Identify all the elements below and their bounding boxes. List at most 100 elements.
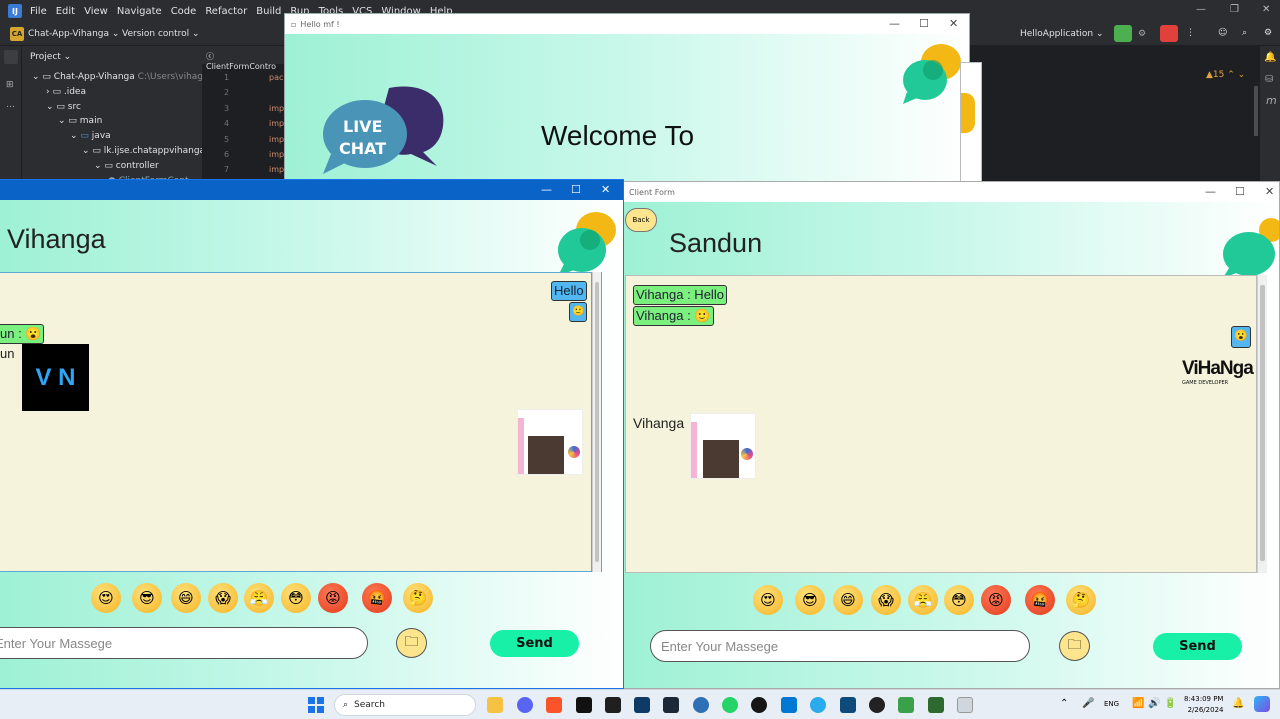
send-button[interactable]: Send	[490, 630, 579, 657]
maven-icon[interactable]: m	[1266, 94, 1277, 107]
tree-item-main[interactable]: ⌄ ▭ main	[58, 116, 102, 126]
start-icon[interactable]	[308, 697, 324, 713]
tree-item-java[interactable]: ⌄ ▭ java	[70, 131, 111, 141]
github-icon[interactable]	[751, 697, 767, 713]
shared-image-thumbnail[interactable]	[690, 413, 756, 479]
panel-title[interactable]: Project ⌄	[30, 52, 71, 62]
editor-scrollbar[interactable]	[1254, 86, 1258, 136]
editor-tab[interactable]: ⓒ ClientFormContro	[202, 46, 284, 71]
file-explorer-icon[interactable]	[487, 697, 503, 713]
whatsapp-icon[interactable]	[722, 697, 738, 713]
telegram-icon[interactable]	[810, 697, 826, 713]
intellij-taskbar-icon[interactable]	[605, 697, 621, 713]
back-button[interactable]: Back	[625, 208, 657, 232]
language-indicator[interactable]: ENG	[1104, 700, 1119, 708]
taskbar-search[interactable]: ⌕ Search	[334, 694, 476, 716]
vn-logo-image[interactable]: V N	[22, 344, 89, 411]
app-icon[interactable]	[840, 697, 856, 713]
menu-refactor[interactable]: Refactor	[205, 6, 247, 17]
project-selector[interactable]: Chat-App-Vihanga ⌄	[28, 29, 119, 39]
menu-file[interactable]: File	[30, 6, 47, 17]
send-button[interactable]: Send	[1153, 633, 1242, 660]
search-everywhere-icon[interactable]: ⌕	[1242, 28, 1247, 38]
discord-icon[interactable]	[517, 697, 533, 713]
chat-scrollbar[interactable]	[1257, 275, 1267, 573]
message-input[interactable]: Enter Your Massege	[0, 627, 368, 659]
sandun-chat-area[interactable]: Vihanga : Hello Vihanga : 🙂 😮 ViHaNga GA…	[625, 275, 1257, 573]
emoji-button[interactable]: 😄	[171, 583, 201, 613]
warning-count[interactable]: ▲15 ⌃ ⌄	[1206, 70, 1245, 80]
emoji-button[interactable]: 😤	[244, 583, 274, 613]
tree-item-package[interactable]: ⌄ ▭ lk.ijse.chatappvihanga	[82, 146, 205, 156]
brave-icon[interactable]	[546, 697, 562, 713]
copilot-icon[interactable]	[1254, 696, 1270, 712]
vscode-icon[interactable]	[781, 697, 797, 713]
message-input[interactable]: Enter Your Massege	[650, 630, 1030, 662]
mic-icon[interactable]: 🎤	[1082, 698, 1094, 709]
tree-item-controller[interactable]: ⌄ ▭ controller	[94, 161, 159, 171]
tree-item-src[interactable]: ⌄ ▭ src	[46, 102, 81, 112]
emoji-button[interactable]: 😍	[91, 583, 121, 613]
more-icon[interactable]: ⋮	[1186, 28, 1195, 38]
battery-icon[interactable]: 🔋	[1164, 698, 1176, 709]
minimize-icon[interactable]: —	[1205, 185, 1216, 198]
debug-icon[interactable]: ⚙	[1138, 29, 1146, 39]
profile-icon[interactable]: ☺	[1218, 28, 1227, 38]
emoji-button[interactable]: 🤔	[403, 583, 433, 613]
ide-minimize-icon[interactable]: —	[1196, 4, 1206, 15]
emoji-button[interactable]: 😍	[753, 585, 783, 615]
menu-edit[interactable]: Edit	[56, 6, 75, 17]
wifi-icon[interactable]: 📶	[1132, 698, 1144, 709]
vihanga-chat-area[interactable]: Hello 🙂 un : 😮 un V N	[0, 272, 592, 572]
attach-file-button[interactable]: 🗀	[1059, 631, 1090, 661]
stop-icon[interactable]	[1160, 25, 1178, 42]
chat-scrollbar[interactable]	[592, 272, 602, 572]
menu-navigate[interactable]: Navigate	[117, 6, 162, 17]
steam-icon[interactable]	[663, 697, 679, 713]
tree-item-idea[interactable]: › ▭ .idea	[46, 87, 86, 97]
notifications-icon[interactable]: 🔔	[1264, 52, 1276, 63]
app-icon[interactable]	[898, 697, 914, 713]
emoji-button[interactable]: 🤬	[362, 583, 392, 613]
folder-icon[interactable]	[4, 50, 18, 64]
minimize-icon[interactable]: —	[889, 17, 900, 30]
chevron-up-icon[interactable]: ⌃	[1060, 698, 1068, 709]
clock[interactable]: 8:43:09 PM 2/26/2024	[1184, 694, 1223, 716]
shared-image-thumbnail[interactable]	[517, 409, 583, 475]
maximize-icon[interactable]: ☐	[571, 183, 581, 196]
java-app-icon[interactable]	[957, 697, 973, 713]
rerun-icon[interactable]	[1114, 25, 1132, 42]
notification-bell-icon[interactable]: 🔔	[1232, 698, 1244, 709]
structure-icon[interactable]: ⊞	[6, 80, 14, 90]
tree-root[interactable]: ⌄ ▭ Chat-App-Vihanga C:\Users\vihag\	[32, 72, 206, 82]
close-icon[interactable]: ✕	[601, 183, 610, 196]
database-icon[interactable]: ⛁	[1265, 74, 1273, 85]
app-icon[interactable]	[634, 697, 650, 713]
ide-maximize-icon[interactable]: ❐	[1230, 4, 1239, 15]
emoji-button[interactable]: 😎	[132, 583, 162, 613]
emoji-button[interactable]: 😳	[944, 585, 974, 615]
emoji-button[interactable]: 😎	[795, 585, 825, 615]
app-icon[interactable]	[928, 697, 944, 713]
emoji-button[interactable]: 🤔	[1066, 585, 1096, 615]
menu-view[interactable]: View	[84, 6, 108, 17]
emoji-button[interactable]: 😱	[871, 585, 901, 615]
more-tools-icon[interactable]: …	[6, 100, 15, 110]
maximize-icon[interactable]: ☐	[919, 17, 929, 30]
emoji-button[interactable]: 😳	[281, 583, 311, 613]
emoji-button[interactable]: 😤	[908, 585, 938, 615]
emoji-button[interactable]: 😱	[208, 583, 238, 613]
close-icon[interactable]: ✕	[949, 17, 958, 30]
scroll-thumb[interactable]	[1260, 285, 1265, 561]
app-icon[interactable]	[869, 697, 885, 713]
app-icon[interactable]	[693, 697, 709, 713]
close-icon[interactable]: ✕	[1265, 185, 1274, 198]
settings-icon[interactable]: ⚙	[1264, 28, 1272, 38]
scroll-thumb[interactable]	[595, 282, 599, 562]
minimize-icon[interactable]: —	[541, 183, 552, 196]
emoji-button[interactable]: 🤬	[1025, 585, 1055, 615]
version-control-selector[interactable]: Version control ⌄	[122, 29, 200, 39]
emoji-button[interactable]: 😄	[833, 585, 863, 615]
run-config-selector[interactable]: HelloApplication ⌄	[1020, 29, 1104, 39]
ide-close-icon[interactable]: ✕	[1262, 4, 1270, 15]
